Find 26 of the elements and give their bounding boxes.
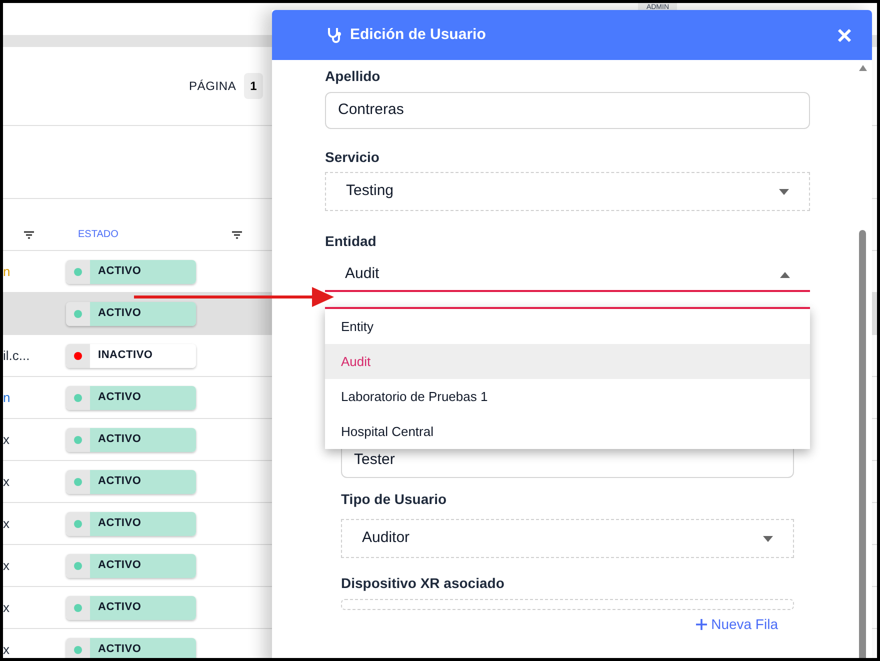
field-label: Dispositivo XR asociado (341, 574, 506, 593)
status-text: ACTIVO (90, 596, 196, 620)
status-text: ACTIVO (90, 638, 196, 658)
table-cell-text: x (3, 556, 10, 575)
field-label: Entidad (325, 232, 378, 251)
table-cell-text: x (3, 598, 10, 617)
page-label: PÁGINA (189, 78, 236, 95)
modal-title: Edición de Usuario (350, 24, 487, 45)
table-cell-text: x (3, 430, 10, 449)
table-cell-text: n (3, 262, 12, 281)
status-text: ACTIVO (90, 386, 196, 410)
status-text: INACTIVO (90, 344, 196, 368)
field-label: Apellido (325, 67, 382, 86)
field-label: Servicio (325, 148, 380, 167)
table-cell-text: n (3, 388, 12, 407)
field-label: Tipo de Usuario (341, 490, 448, 509)
table-cell-text: x (3, 640, 10, 658)
status-text: ACTIVO (90, 260, 196, 284)
status-text: ACTIVO (90, 470, 196, 494)
status-text: ACTIVO (90, 512, 196, 536)
table-cell-text: x (3, 514, 10, 533)
table-cell-text: il.c... (3, 346, 31, 365)
status-text: ACTIVO (90, 302, 196, 326)
status-text: ACTIVO (90, 428, 196, 452)
status-text: ACTIVO (90, 554, 196, 578)
table-cell-text: x (3, 472, 10, 491)
